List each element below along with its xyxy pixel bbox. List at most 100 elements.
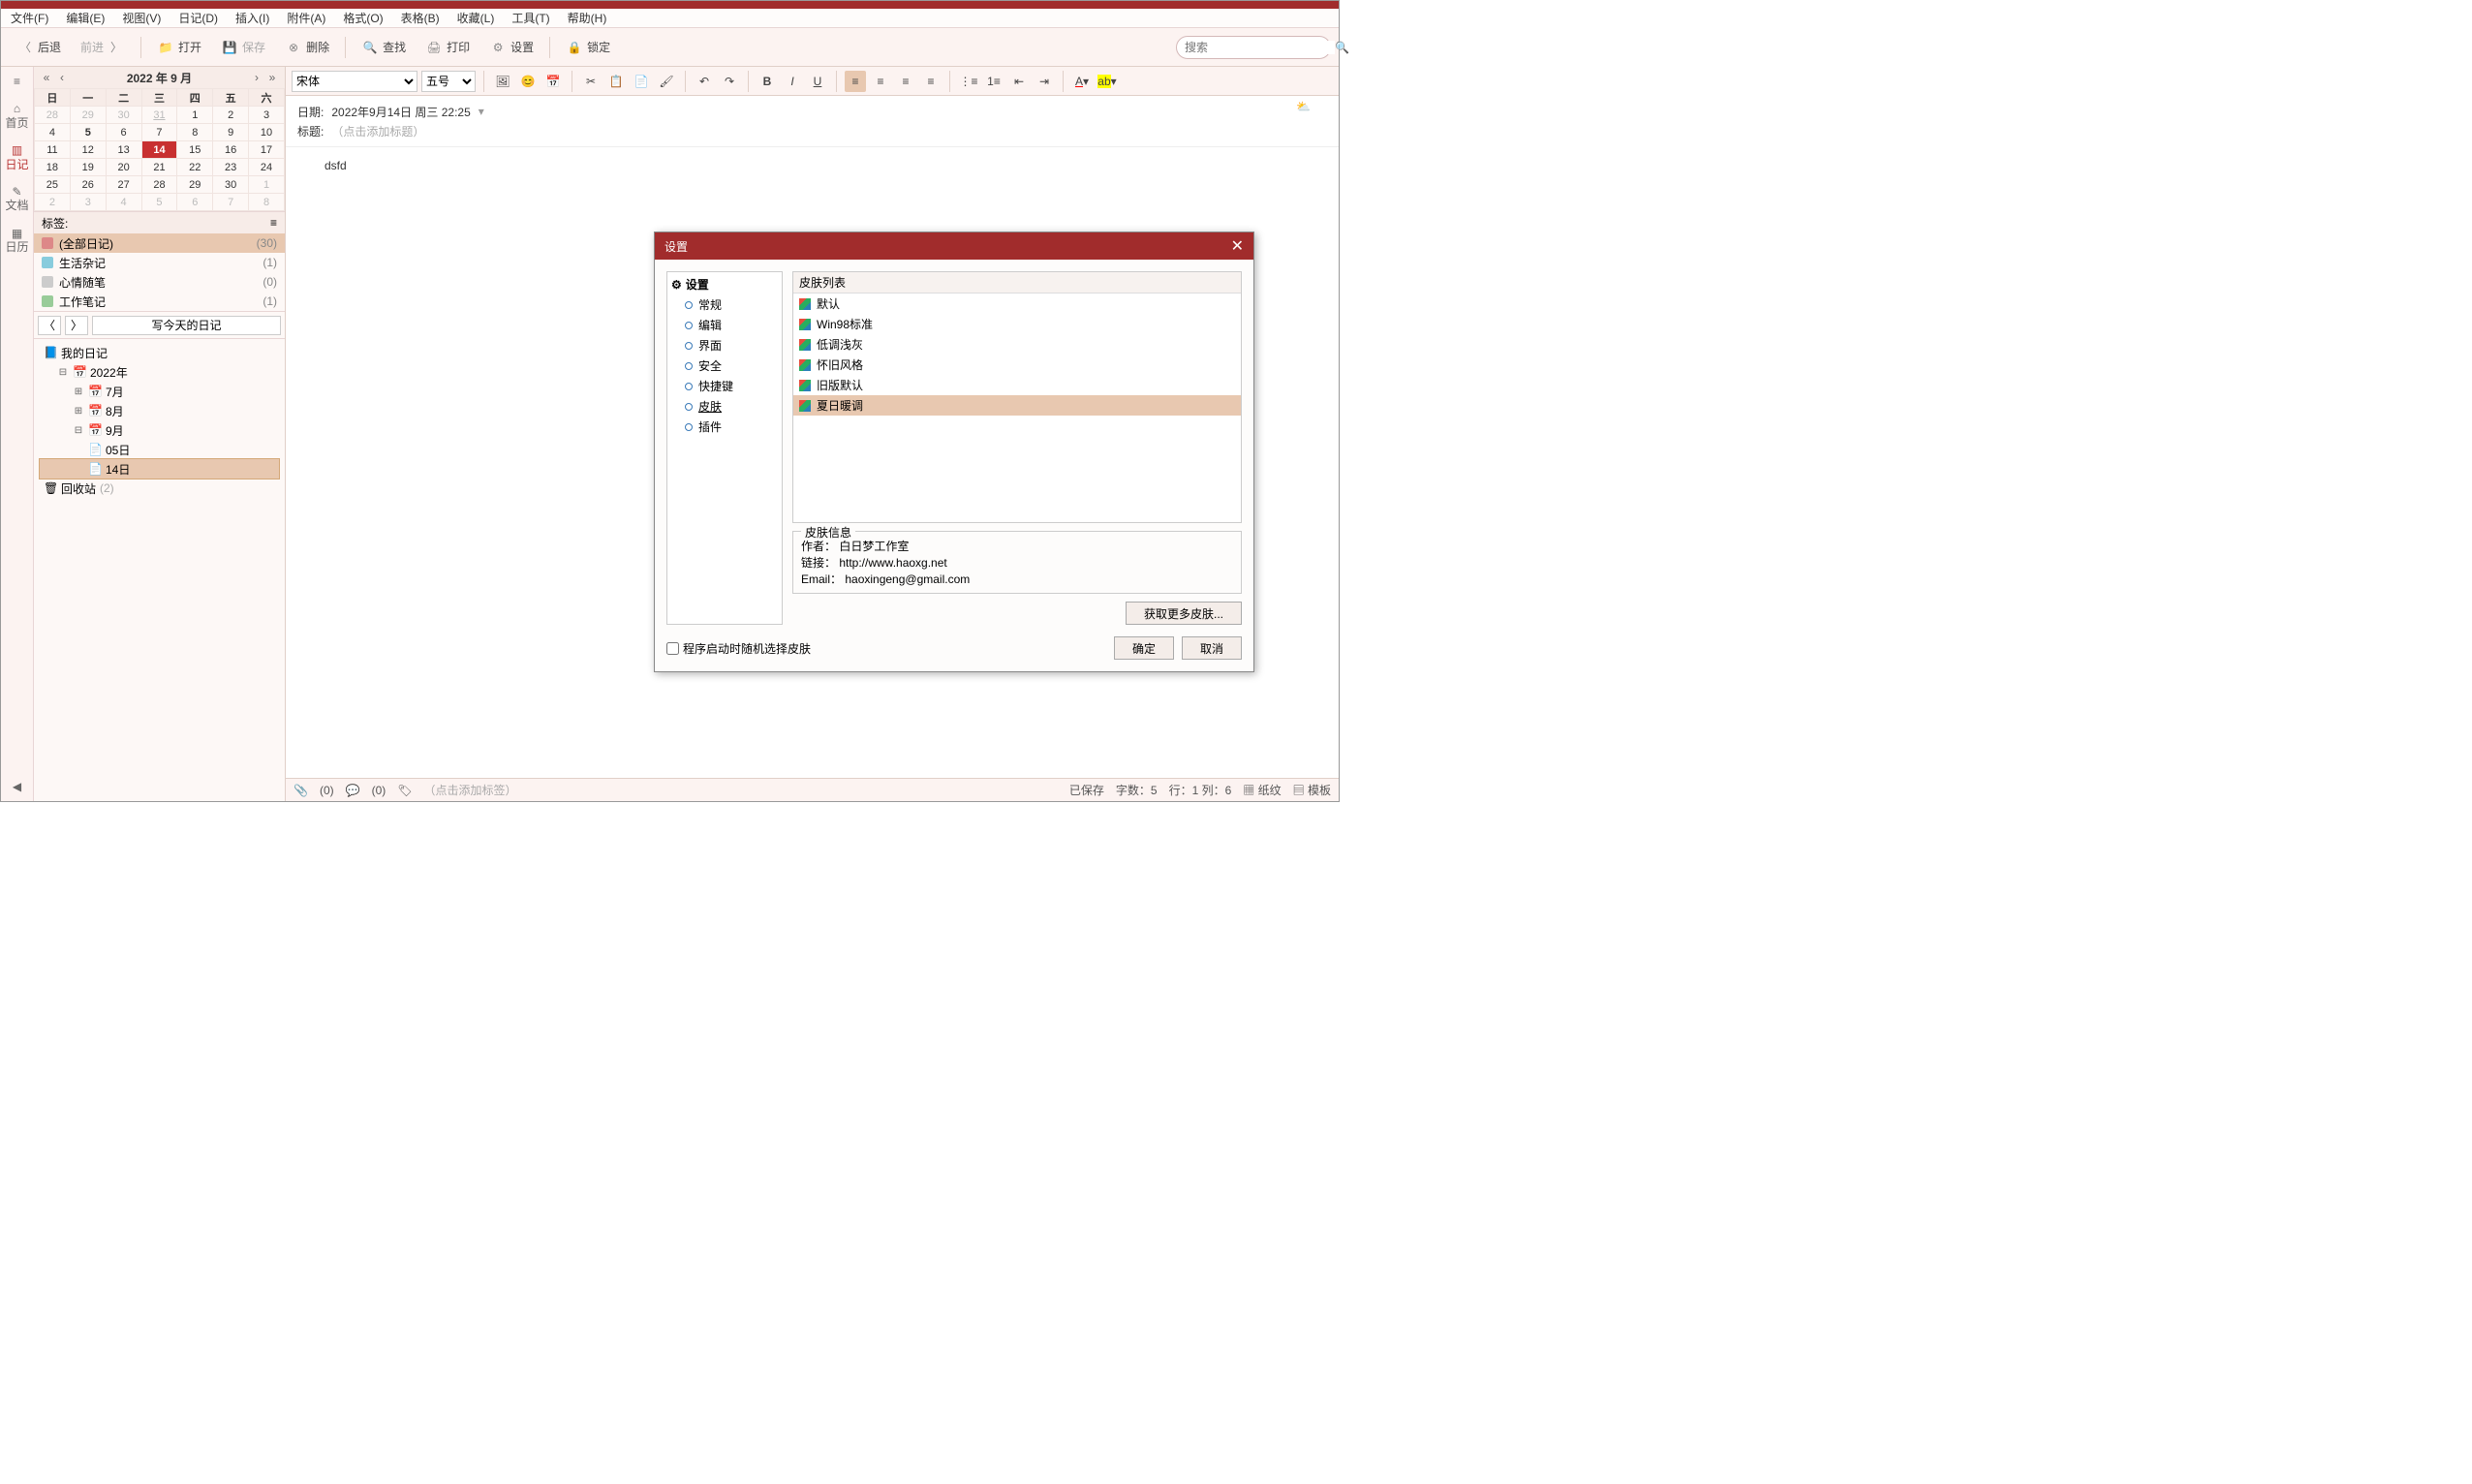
delete-button[interactable]: ⊗删除 [277, 35, 337, 60]
save-button[interactable]: 💾保存 [213, 35, 273, 60]
highlight-icon[interactable]: ab▾ [1097, 71, 1118, 92]
print-button[interactable]: 🖨打印 [417, 35, 478, 60]
calendar-day[interactable]: 13 [106, 141, 141, 159]
menu-toggle-icon[interactable]: ≡ [4, 75, 31, 88]
calendar-day[interactable]: 7 [213, 194, 249, 211]
tab-calendar[interactable]: ▦日历 [4, 227, 31, 255]
tag-item[interactable]: 心情随笔(0) [34, 272, 285, 292]
menu-diary[interactable]: 日记(D) [178, 10, 218, 26]
search-input[interactable] [1185, 41, 1335, 54]
menu-edit[interactable]: 编辑(E) [66, 10, 105, 26]
skin-item[interactable]: 默认 [793, 294, 1241, 314]
ok-button[interactable]: 确定 [1114, 636, 1174, 660]
tag-item[interactable]: 工作笔记(1) [34, 292, 285, 311]
lock-button[interactable]: 🔒锁定 [558, 35, 618, 60]
undo-icon[interactable]: ↶ [694, 71, 715, 92]
skin-item[interactable]: 夏日暖调 [793, 395, 1241, 416]
comment-icon[interactable]: 💬 [346, 784, 360, 797]
font-color-icon[interactable]: A▾ [1071, 71, 1093, 92]
align-left-icon[interactable]: ≡ [845, 71, 866, 92]
tree-month[interactable]: ⊞📅7月 [40, 382, 279, 401]
tree-day[interactable]: 📄14日 [40, 459, 279, 479]
checkbox-input[interactable] [666, 642, 679, 655]
settings-tree-root[interactable]: ⚙设置 [671, 276, 778, 293]
redo-icon[interactable]: ↷ [719, 71, 740, 92]
find-button[interactable]: 🔍查找 [354, 35, 414, 60]
collapse-icon[interactable]: ⊟ [57, 367, 69, 378]
menu-format[interactable]: 格式(O) [343, 10, 383, 26]
calendar-day[interactable]: 20 [106, 159, 141, 176]
write-today-button[interactable]: 写今天的日记 [92, 316, 281, 335]
bullet-list-icon[interactable]: ⋮≡ [958, 71, 979, 92]
settings-tree-item[interactable]: 插件 [671, 417, 778, 437]
settings-tree-item[interactable]: 快捷键 [671, 376, 778, 396]
random-skin-checkbox[interactable]: 程序启动时随机选择皮肤 [666, 640, 811, 657]
expand-icon[interactable]: ⊞ [73, 386, 84, 397]
italic-icon[interactable]: I [782, 71, 803, 92]
tree-root[interactable]: 📘我的日记 [40, 343, 279, 362]
calendar-day[interactable]: 28 [141, 176, 177, 194]
calendar-day[interactable]: 27 [106, 176, 141, 194]
cal-prev-year-icon[interactable]: « [40, 71, 53, 84]
calendar-day[interactable]: 4 [35, 124, 71, 141]
cut-icon[interactable]: ✂ [580, 71, 602, 92]
tree-month[interactable]: ⊞📅8月 [40, 401, 279, 420]
calendar-day[interactable]: 14 [141, 141, 177, 159]
settings-button[interactable]: ⚙设置 [481, 35, 541, 60]
calendar-day[interactable]: 17 [249, 141, 285, 159]
calendar-day[interactable]: 25 [35, 176, 71, 194]
calendar-day[interactable]: 23 [213, 159, 249, 176]
calendar-day[interactable]: 21 [141, 159, 177, 176]
calendar-day[interactable]: 8 [249, 194, 285, 211]
tree-day[interactable]: 📄05日 [40, 440, 279, 459]
calendar-day[interactable]: 24 [249, 159, 285, 176]
menu-attach[interactable]: 附件(A) [287, 10, 325, 26]
more-skins-button[interactable]: 获取更多皮肤... [1126, 602, 1242, 625]
menu-tools[interactable]: 工具(T) [511, 10, 549, 26]
search-box[interactable]: 🔍 [1176, 36, 1331, 59]
settings-tree-item[interactable]: 皮肤 [671, 396, 778, 417]
tag-icon[interactable]: 🏷 [397, 784, 412, 797]
calendar-day[interactable]: 1 [177, 107, 213, 124]
bold-icon[interactable]: B [757, 71, 778, 92]
calendar-day[interactable]: 31 [141, 107, 177, 124]
calendar-day[interactable]: 5 [141, 194, 177, 211]
open-button[interactable]: 📁打开 [149, 35, 209, 60]
date-value[interactable]: 2022年9月14日 周三 22:25 [331, 104, 470, 120]
settings-tree-item[interactable]: 编辑 [671, 315, 778, 335]
menu-table[interactable]: 表格(B) [401, 10, 440, 26]
outdent-icon[interactable]: ⇤ [1008, 71, 1030, 92]
prev-entry-button[interactable]: 〈 [38, 316, 61, 335]
tab-diary[interactable]: ▥日记 [4, 143, 31, 171]
calendar-day[interactable]: 11 [35, 141, 71, 159]
skin-item[interactable]: Win98标准 [793, 314, 1241, 334]
settings-tree-item[interactable]: 界面 [671, 335, 778, 356]
expand-icon[interactable]: ⊞ [73, 406, 84, 417]
tab-doc[interactable]: ✎文档 [4, 185, 31, 213]
tree-trash[interactable]: 🗑回收站 (2) [40, 479, 279, 498]
tag-item[interactable]: (全部日记)(30) [34, 233, 285, 253]
underline-icon[interactable]: U [807, 71, 828, 92]
next-entry-button[interactable]: 〉 [65, 316, 88, 335]
title-input[interactable]: （点击添加标题） [331, 123, 424, 139]
weather-icon[interactable]: ⛅ [1296, 100, 1327, 131]
calendar-day[interactable]: 18 [35, 159, 71, 176]
image-icon[interactable]: 🖼 [492, 71, 513, 92]
back-button[interactable]: 〈后退 [9, 35, 69, 60]
tab-home[interactable]: ⌂首页 [4, 102, 31, 130]
calendar-day[interactable]: 2 [213, 107, 249, 124]
settings-tree-item[interactable]: 安全 [671, 356, 778, 376]
align-right-icon[interactable]: ≡ [895, 71, 916, 92]
brush-icon[interactable]: 🖌 [656, 71, 677, 92]
calendar-day[interactable]: 6 [106, 124, 141, 141]
date-dropdown-icon[interactable]: ▾ [479, 105, 484, 118]
menu-file[interactable]: 文件(F) [11, 10, 48, 26]
skin-item[interactable]: 旧版默认 [793, 375, 1241, 395]
calendar-day[interactable]: 29 [70, 107, 106, 124]
skin-item[interactable]: 怀旧风格 [793, 355, 1241, 375]
calendar-day[interactable]: 16 [213, 141, 249, 159]
calendar-day[interactable]: 3 [249, 107, 285, 124]
calendar-day[interactable]: 5 [70, 124, 106, 141]
tags-menu-icon[interactable]: ≡ [270, 216, 277, 230]
calendar-day[interactable]: 2 [35, 194, 71, 211]
